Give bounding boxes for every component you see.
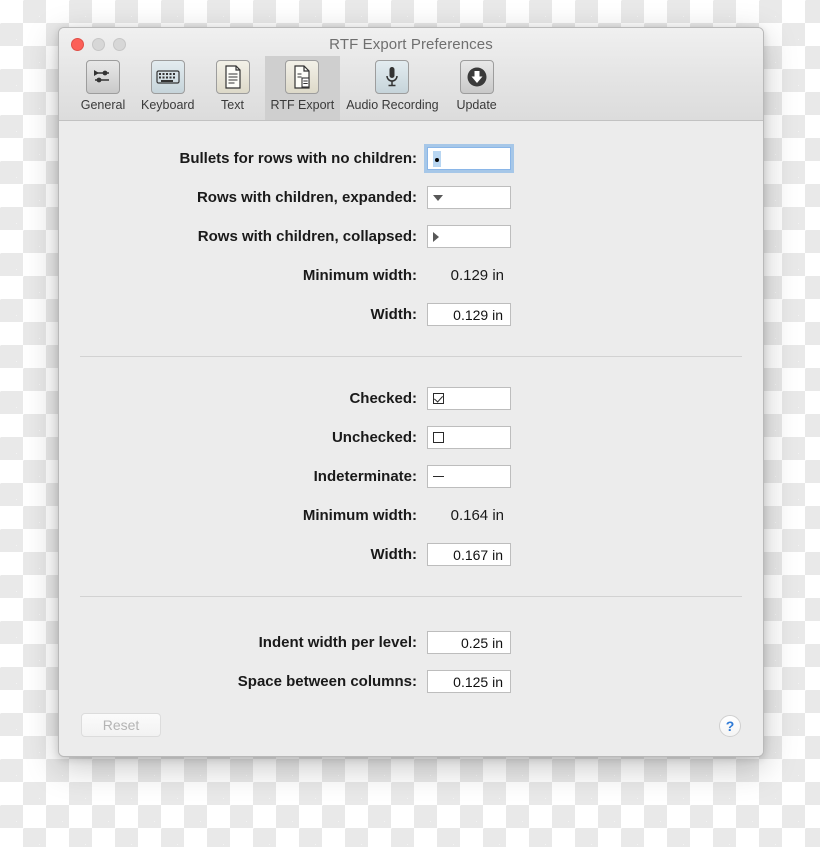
bullet-dot-icon [433,150,441,167]
window-footer: Reset ? [59,679,763,756]
keyboard-icon [150,60,185,94]
row-checkbox-minimum-width: Minimum width: 0.164 in [59,496,763,535]
field-label: Rows with children, collapsed: [197,228,417,245]
toolbar-item-keyboard[interactable]: Keyboard [135,56,201,114]
field-label: Bullets for rows with no children: [179,150,417,167]
row-checkbox-width: Width: 0.167 in [59,535,763,574]
preferences-window: RTF Export Preferences General Keyboard … [58,27,764,757]
field-label: Indeterminate: [313,468,417,485]
row-bullet-width: Width: 0.129 in [59,295,763,334]
checkbox-minimum-width-value: 0.164 in [450,507,504,524]
field-label: Minimum width: [302,507,417,524]
arrow-right-icon [433,231,439,242]
indent-width-input[interactable]: 0.25 in [427,631,511,654]
checked-input[interactable] [427,387,511,410]
row-unchecked: Unchecked: [59,418,763,457]
row-checked: Checked: [59,379,763,418]
toolbar-item-rtf-export[interactable]: RTF Export [264,56,341,120]
toolbar-item-label: RTF Export [270,98,335,112]
row-bullets-no-children: Bullets for rows with no children: [59,139,763,178]
microphone-icon [375,60,410,94]
section-bullets: Bullets for rows with no children: Rows … [59,139,763,334]
document-icon [215,60,250,94]
bullet-width-input[interactable]: 0.129 in [427,303,511,326]
download-arrow-icon [459,60,494,94]
rows-children-collapsed-input[interactable] [427,225,511,248]
preferences-toolbar: General Keyboard Text RTF Export Audio R… [59,56,509,120]
help-button[interactable]: ? [719,715,741,737]
window-title: RTF Export Preferences [329,36,493,53]
indeterminate-input[interactable] [427,465,511,488]
rtf-document-icon [285,60,320,94]
arrow-down-icon [433,194,443,201]
row-indeterminate: Indeterminate: [59,457,763,496]
field-label: Width: [370,546,417,563]
field-label: Width: [370,306,417,323]
field-label: Checked: [349,390,417,407]
field-label: Unchecked: [331,429,417,446]
dash-icon [433,475,444,478]
toolbar-item-label: Text [221,98,244,112]
toolbar-item-update[interactable]: Update [445,56,509,114]
preferences-body: Bullets for rows with no children: Rows … [59,121,763,756]
bullets-no-children-input[interactable] [427,147,511,170]
section-checkboxes: Checked: Unchecked: Indeterminate: Minim… [59,379,763,574]
toolbar-item-label: Update [456,98,497,112]
row-indent-width: Indent width per level: 0.25 in [59,623,763,662]
toolbar-item-label: Audio Recording [346,98,439,112]
checkbox-width-input[interactable]: 0.167 in [427,543,511,566]
toolbar-item-label: General [80,98,126,112]
toolbar-item-general[interactable]: General [71,56,135,114]
reset-button[interactable]: Reset [81,713,161,737]
field-label: Indent width per level: [258,634,417,651]
row-bullet-minimum-width: Minimum width: 0.129 in [59,256,763,295]
checkbox-checked-icon [433,393,444,404]
toolbar-item-text[interactable]: Text [201,56,265,114]
title-bar: RTF Export Preferences General Keyboard … [59,28,763,121]
rows-children-expanded-input[interactable] [427,186,511,209]
toolbar-item-label: Keyboard [141,98,195,112]
row-rows-children-expanded: Rows with children, expanded: [59,178,763,217]
toolbar-item-audio-recording[interactable]: Audio Recording [340,56,444,114]
checkbox-empty-icon [433,432,444,443]
unchecked-input[interactable] [427,426,511,449]
row-rows-children-collapsed: Rows with children, collapsed: [59,217,763,256]
sliders-icon [86,60,120,94]
bullet-minimum-width-value: 0.129 in [450,267,504,284]
field-label: Rows with children, expanded: [196,189,417,206]
field-label: Minimum width: [302,267,417,284]
